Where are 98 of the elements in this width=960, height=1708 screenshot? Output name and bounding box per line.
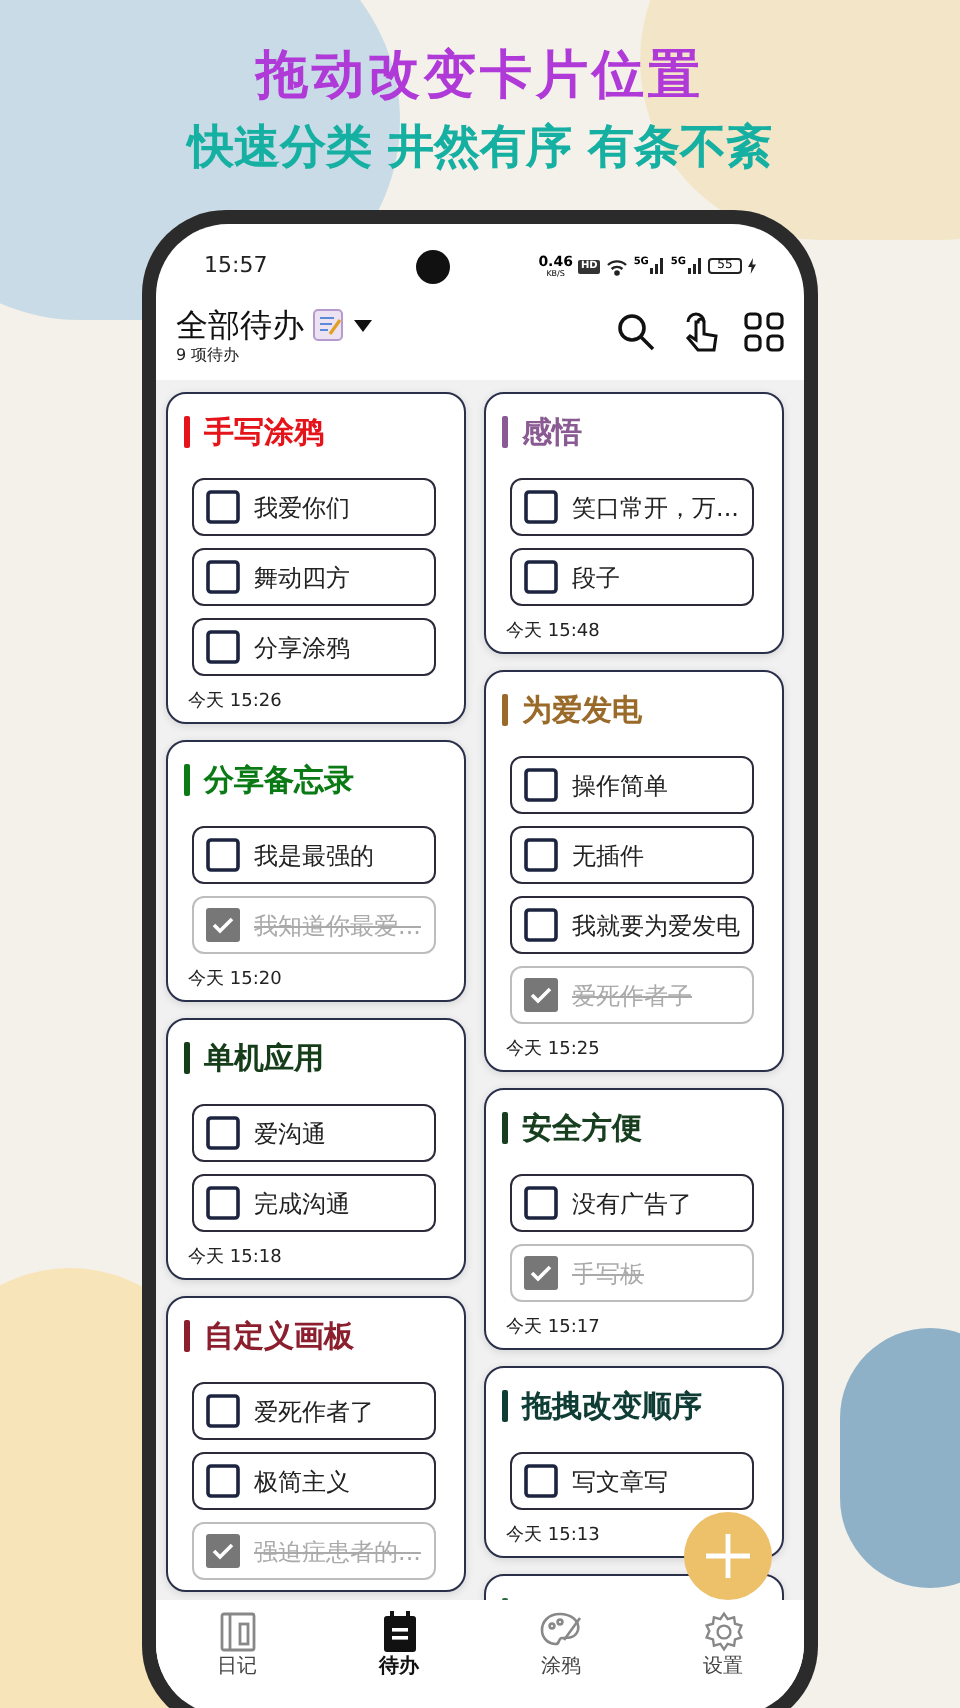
todo-item[interactable]: 没有广告了 <box>510 1174 754 1232</box>
todo-text: 写文章写 <box>572 1469 668 1493</box>
note-card[interactable]: 感悟 笑口常开，万... 段子 今天 15:48 <box>484 392 784 654</box>
todo-item[interactable]: 舞动四方 <box>192 548 436 606</box>
checkbox-icon <box>206 1394 240 1428</box>
todo-item[interactable]: 极简主义 <box>192 1452 436 1510</box>
nav-tab[interactable]: 日记 <box>156 1610 318 1678</box>
todo-text: 舞动四方 <box>254 565 350 589</box>
note-card[interactable]: 分享备忘录 我是最强的 我知道你最爱... 今天 15:20 <box>166 740 466 1002</box>
checkbox-icon <box>524 1464 558 1498</box>
checked-checkbox-icon <box>206 908 240 942</box>
camera-hole <box>415 249 450 283</box>
clock: 15:57 <box>204 249 268 282</box>
checkbox-icon <box>524 768 558 802</box>
todo-text: 无插件 <box>572 843 644 867</box>
note-card[interactable]: 单机应用 爱沟通 完成沟通 今天 15:18 <box>166 1018 466 1280</box>
card-title: 单机应用 <box>204 1043 324 1073</box>
checked-checkbox-icon <box>206 1534 240 1568</box>
todo-item[interactable]: 操作简单 <box>510 756 754 814</box>
plus-icon <box>706 1534 750 1578</box>
card-title: 为爱发电 <box>522 695 642 725</box>
todo-item[interactable]: 爱死作者了 <box>192 1382 436 1440</box>
todo-text: 爱死作者了 <box>254 1399 374 1423</box>
checkbox-icon <box>206 630 240 664</box>
todo-text: 手写板 <box>572 1261 644 1285</box>
todo-text: 爱死作者子 <box>572 983 692 1007</box>
todo-text: 我就要为爱发电 <box>572 913 740 937</box>
todo-text: 没有广告了 <box>572 1191 692 1215</box>
checked-checkbox-icon <box>524 978 558 1012</box>
notepad-icon <box>312 308 346 342</box>
todo-text: 笑口常开，万... <box>572 495 739 519</box>
checkbox-icon <box>524 838 558 872</box>
grid-view-icon[interactable] <box>744 312 784 352</box>
card-timestamp: 今天 15:48 <box>504 624 602 642</box>
todo-text: 操作简单 <box>572 773 668 797</box>
nav-tab[interactable]: 涂鸦 <box>480 1610 642 1678</box>
card-title: 感悟 <box>522 417 582 447</box>
todo-item[interactable]: 我爱你们 <box>192 478 436 536</box>
todo-item[interactable]: 完成沟通 <box>192 1174 436 1232</box>
checkbox-icon <box>524 490 558 524</box>
todo-item[interactable]: 我就要为爱发电 <box>510 896 754 954</box>
checkbox-icon <box>206 838 240 872</box>
signal-icon <box>650 258 665 274</box>
checkbox-icon <box>206 1116 240 1150</box>
todo-text: 完成沟通 <box>254 1191 350 1215</box>
checkbox-icon <box>524 1186 558 1220</box>
page-title[interactable]: 全部待办 <box>176 309 304 341</box>
card-title: 手写涂鸦 <box>204 417 324 447</box>
todo-item[interactable]: 笑口常开，万... <box>510 478 754 536</box>
wifi-icon <box>605 257 628 275</box>
todo-text: 强迫症患者的... <box>254 1539 421 1563</box>
todo-item[interactable]: 写文章写 <box>510 1452 754 1510</box>
card-title: 安全方便 <box>522 1113 642 1143</box>
checkbox-icon <box>206 490 240 524</box>
todo-text: 极简主义 <box>254 1469 350 1493</box>
todo-text: 我是最强的 <box>254 843 374 867</box>
subheadline: 快速分类 井然有序 有条不紊 <box>187 119 772 178</box>
hand-pointer-icon[interactable] <box>680 310 720 354</box>
checkbox-icon <box>524 908 558 942</box>
card-timestamp: 今天 15:26 <box>186 694 284 712</box>
todo-text: 我爱你们 <box>254 495 350 519</box>
todo-text: 爱沟通 <box>254 1121 326 1145</box>
todo-text: 段子 <box>572 565 620 589</box>
checkbox-icon <box>206 1186 240 1220</box>
search-icon[interactable] <box>616 312 656 352</box>
todo-text: 分享涂鸦 <box>254 635 350 659</box>
card-timestamp: 今天 15:25 <box>504 1042 602 1060</box>
checkbox-icon <box>524 560 558 594</box>
signal-icon <box>688 258 702 274</box>
checkbox-icon <box>206 1464 240 1498</box>
card-title: 分享备忘录 <box>204 765 354 795</box>
todo-count: 9 项待办 <box>176 348 242 364</box>
checkbox-icon <box>206 560 240 594</box>
note-card[interactable]: 为爱发电 操作简单 无插件 我就要为爱发电 爱死作者子 今天 15:25 <box>484 670 784 1072</box>
settings-icon <box>701 1610 745 1654</box>
note-card[interactable]: 手写涂鸦 我爱你们 舞动四方 分享涂鸦 今天 15:26 <box>166 392 466 724</box>
card-timestamp: 今天 15:13 <box>504 1528 602 1546</box>
notebook-icon <box>217 1610 257 1654</box>
checked-checkbox-icon <box>524 1256 558 1290</box>
card-timestamp: 今天 15:17 <box>504 1320 602 1338</box>
note-card[interactable]: 自定义画板 爱死作者了 极简主义 强迫症患者的... <box>166 1296 466 1592</box>
card-timestamp: 今天 15:20 <box>186 972 284 990</box>
charging-icon <box>748 258 756 274</box>
notepad-icon <box>379 1610 419 1654</box>
headline: 拖动改变卡片位置 <box>256 44 704 110</box>
note-card[interactable]: 拖拽改变顺序 写文章写 今天 15:13 <box>484 1366 784 1558</box>
todo-text: 我知道你最爱... <box>254 913 421 937</box>
todo-item[interactable]: 段子 <box>510 548 754 606</box>
todo-item[interactable]: 爱沟通 <box>192 1104 436 1162</box>
todo-item[interactable]: 分享涂鸦 <box>192 618 436 676</box>
note-card[interactable]: 安全方便 没有广告了 手写板 今天 15:17 <box>484 1088 784 1350</box>
todo-item[interactable]: 我是最强的 <box>192 826 436 884</box>
card-title: 自定义画板 <box>204 1321 354 1351</box>
nav-tab[interactable]: 设置 <box>642 1610 804 1678</box>
card-title: 拖拽改变顺序 <box>522 1391 702 1421</box>
card-timestamp: 今天 15:18 <box>186 1250 284 1268</box>
nav-tab[interactable]: 待办 <box>318 1610 480 1678</box>
todo-item[interactable]: 无插件 <box>510 826 754 884</box>
